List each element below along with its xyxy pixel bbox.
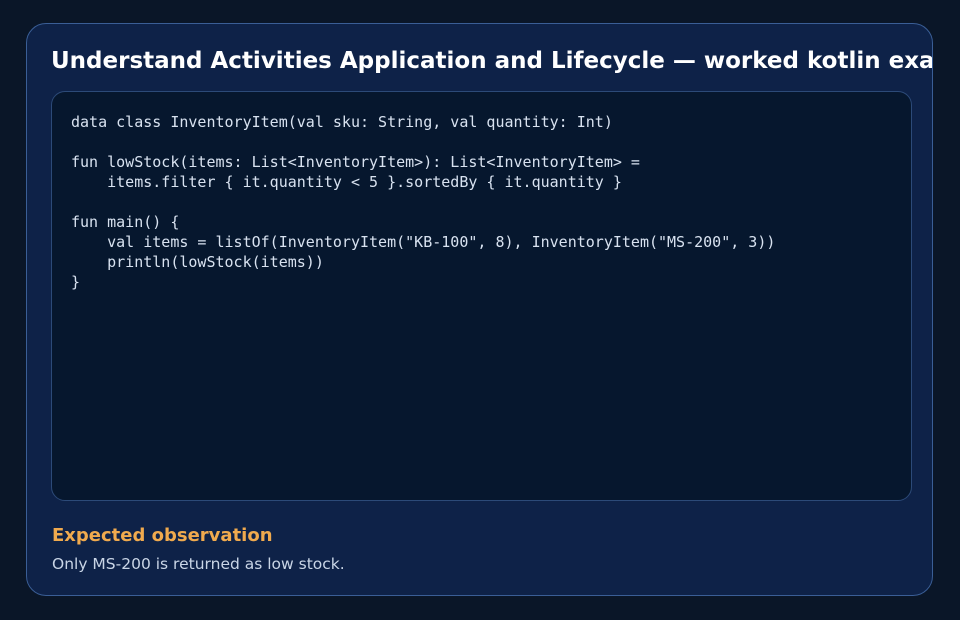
observation-heading: Expected observation	[52, 525, 273, 546]
code-line: fun lowStock(items: List<InventoryItem>)…	[71, 153, 640, 171]
code-line: }	[71, 273, 81, 291]
code-line: data class InventoryItem(val sku: String…	[71, 113, 613, 131]
observation-text: Only MS-200 is returned as low stock.	[52, 555, 345, 573]
code-line: val items = listOf(InventoryItem("KB-100…	[71, 233, 776, 251]
code-panel[interactable]: data class InventoryItem(val sku: String…	[51, 91, 912, 501]
code-line: items.filter { it.quantity < 5 }.sortedB…	[71, 173, 622, 191]
card-title: Understand Activities Application and Li…	[51, 48, 933, 74]
code-line: fun main() {	[71, 213, 180, 231]
code-block: data class InventoryItem(val sku: String…	[71, 112, 775, 292]
example-card: Understand Activities Application and Li…	[26, 23, 933, 596]
code-line: println(lowStock(items))	[71, 253, 324, 271]
